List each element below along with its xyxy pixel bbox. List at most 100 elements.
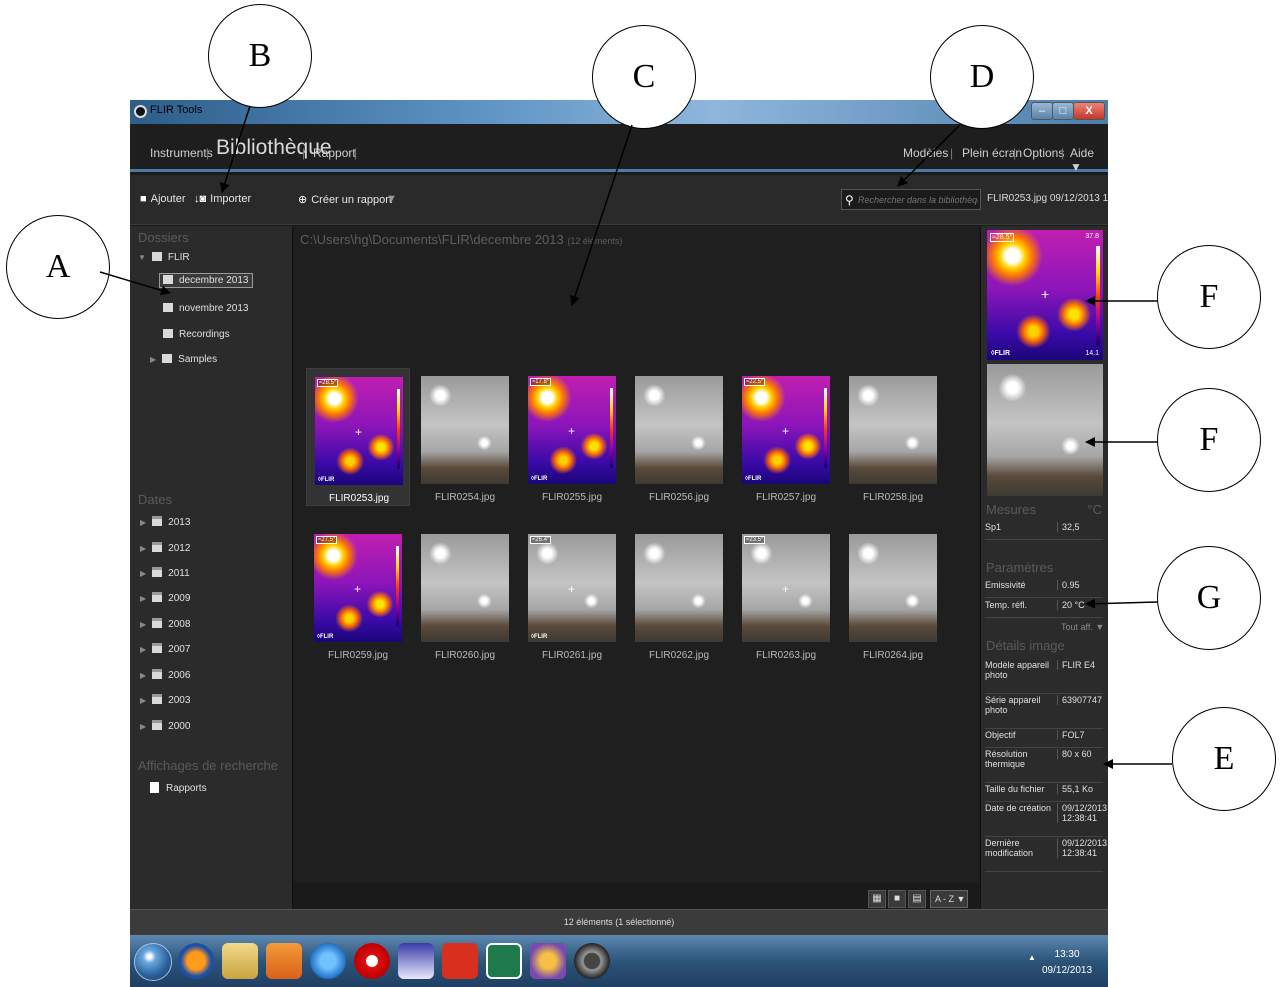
minimize-button[interactable]: – [1031, 102, 1053, 120]
thumbnail-item[interactable]: ≈27.5° + ◊FLIR FLIR0259.jpg [306, 526, 410, 664]
tree-item-year[interactable]: ▶ 2012 [140, 542, 190, 554]
tree-item-novembre-2013[interactable]: novembre 2013 [163, 303, 249, 314]
parameter-row[interactable]: Temp. réfl. 20 °C [985, 600, 1103, 618]
nav-instruments[interactable]: Instruments [150, 146, 213, 160]
tree-item-decembre-2013[interactable]: decembre 2013 [159, 273, 253, 288]
main-nav: Instruments | Bibliothèque | Rapport | M… [130, 124, 1108, 174]
start-button[interactable] [134, 943, 172, 981]
temp-tag: ≈22.5° [744, 378, 766, 386]
flir-logo: ◊FLIR [317, 634, 334, 640]
app-icon[interactable] [398, 943, 434, 979]
maximize-button[interactable]: □ [1052, 102, 1074, 120]
temp-min: 14.1 [1085, 350, 1099, 357]
nav-help[interactable]: Aide ▼ [1070, 146, 1108, 174]
param-key: Temp. réfl. [985, 600, 1028, 610]
tree-item-year[interactable]: ▶ 2006 [140, 669, 190, 681]
system-clock[interactable]: 13:30 09/12/2013 [1042, 947, 1092, 979]
thumbnail-item[interactable]: FLIR0262.jpg [627, 526, 731, 664]
internet-explorer-icon[interactable] [310, 943, 346, 979]
callout-a: A [6, 215, 110, 319]
collapsed-arrow-icon: ▶ [140, 569, 147, 578]
detail-value: 09/12/2013 12:38:41 [1057, 803, 1107, 823]
left-sidebar: Dossiers ▼ FLIR decembre 2013 novembre 20… [130, 226, 293, 909]
param-key: Emissivité [985, 580, 1026, 590]
tree-item-year[interactable]: ▶ 2008 [140, 618, 190, 630]
nav-report[interactable]: Rapport [313, 146, 356, 160]
tree-item-label: novembre 2013 [179, 303, 249, 314]
import-label: Importer [210, 193, 252, 205]
media-player-icon[interactable] [266, 943, 302, 979]
thumbnail-caption: FLIR0261.jpg [541, 650, 603, 661]
detail-row: Date de création 09/12/2013 12:38:41 [985, 803, 1107, 837]
annotated-screenshot: B C D A F F G E FLIR Tools – □ X Instrum… [0, 0, 1282, 987]
thumbnail-item[interactable]: ≈22.5° + ◊FLIR FLIR0257.jpg [734, 368, 838, 506]
paint-icon[interactable] [530, 943, 566, 979]
tree-item-year[interactable]: ▶ 2013 [140, 516, 190, 528]
tree-item-flir[interactable]: ▼ FLIR [138, 252, 190, 263]
nav-separator: | [950, 146, 954, 160]
tree-item-reports[interactable]: Rapports [150, 782, 207, 794]
parameter-row[interactable]: Emissivité 0.95 [985, 580, 1103, 598]
tree-item-recordings[interactable]: Recordings [163, 329, 230, 340]
tree-item-year[interactable]: ▶ 2007 [140, 643, 190, 655]
collapsed-arrow-icon: ▶ [140, 696, 147, 705]
thumbnail-item[interactable]: FLIR0258.jpg [841, 368, 945, 506]
thumbnail-caption: FLIR0257.jpg [755, 492, 817, 503]
tree-item-year[interactable]: ▶ 2000 [140, 720, 190, 732]
tree-item-samples[interactable]: ▶ Samples [150, 354, 217, 365]
measure-row: Sp1 32,5 [985, 522, 1103, 540]
calendar-icon [152, 720, 163, 730]
crosshair-icon: + [1041, 286, 1050, 302]
tree-item-year[interactable]: ▶ 2011 [140, 567, 190, 579]
thumbnail-item[interactable]: FLIR0260.jpg [413, 526, 517, 664]
param-value: 0.95 [1057, 580, 1101, 590]
tray-expand-icon[interactable]: ▲ [1028, 953, 1036, 962]
callout-f-top: F [1157, 245, 1261, 349]
thumbnail-item[interactable]: ≈23.5° + FLIR0263.jpg [734, 526, 838, 664]
single-view-icon[interactable]: ■ [888, 890, 906, 908]
thumbnail-item[interactable]: ≈26.4° + ◊FLIR FLIR0261.jpg [520, 526, 624, 664]
firefox-icon[interactable] [178, 943, 214, 979]
document-icon [150, 782, 159, 793]
close-button[interactable]: X [1073, 102, 1105, 120]
sort-select[interactable]: A - Z ▼ [930, 890, 968, 908]
import-button[interactable]: ↓◙ Importer [194, 193, 251, 205]
grid-view-icon[interactable]: ▦ [868, 890, 886, 908]
thumbnail-item[interactable]: FLIR0264.jpg [841, 526, 945, 664]
nav-separator: | [302, 146, 306, 160]
nav-separator: | [206, 146, 210, 160]
show-all-dropdown[interactable]: Tout aff. ▼ [1061, 622, 1104, 632]
search-input[interactable] [858, 192, 978, 207]
publisher-icon[interactable] [486, 943, 522, 979]
nav-models[interactable]: Modèles [903, 146, 948, 160]
flir-logo: ◊FLIR [531, 476, 548, 482]
tree-item-year[interactable]: ▶ 2003 [140, 694, 190, 706]
visual-image [635, 534, 723, 642]
folder-icon [162, 354, 173, 363]
thumbnail-item[interactable]: ≈17.8° + ◊FLIR FLIR0255.jpg [520, 368, 624, 506]
collapsed-arrow-icon: ▶ [140, 671, 147, 680]
flir-tools-taskbar-icon[interactable] [574, 943, 610, 979]
detail-row: Modèle appareil photo FLIR E4 [985, 660, 1103, 694]
add-button[interactable]: ■ Ajouter [140, 193, 186, 205]
app-b-icon[interactable] [442, 943, 478, 979]
nav-options[interactable]: Options [1023, 146, 1064, 160]
thermal-image: ≈27.5° + ◊FLIR [314, 534, 402, 642]
create-report-dropdown[interactable]: ▼ [386, 193, 397, 205]
calendar-icon [152, 567, 163, 577]
visual-image [421, 376, 509, 484]
create-report-button[interactable]: ⊕ Créer un rapport [298, 193, 392, 206]
list-view-icon[interactable]: ▤ [908, 890, 926, 908]
detail-key: Série appareil photo [985, 695, 1041, 715]
thumbnail-item[interactable]: ≈28.5° + ◊FLIR FLIR0253.jpg [306, 368, 410, 506]
file-explorer-icon[interactable] [222, 943, 258, 979]
flir-logo: ◊FLIR [745, 476, 762, 482]
library-search[interactable]: ⚲ [841, 189, 981, 210]
visual-image: ≈23.5° + [742, 534, 830, 642]
thumbnail-item[interactable]: FLIR0254.jpg [413, 368, 517, 506]
opera-icon[interactable] [354, 943, 390, 979]
thumbnail-item[interactable]: FLIR0256.jpg [627, 368, 731, 506]
crosshair-icon: + [355, 425, 363, 439]
library-toolbar: ■ Ajouter ↓◙ Importer ⊕ Créer un rapport ▼ … [130, 175, 1108, 225]
tree-item-year[interactable]: ▶ 2009 [140, 592, 190, 604]
